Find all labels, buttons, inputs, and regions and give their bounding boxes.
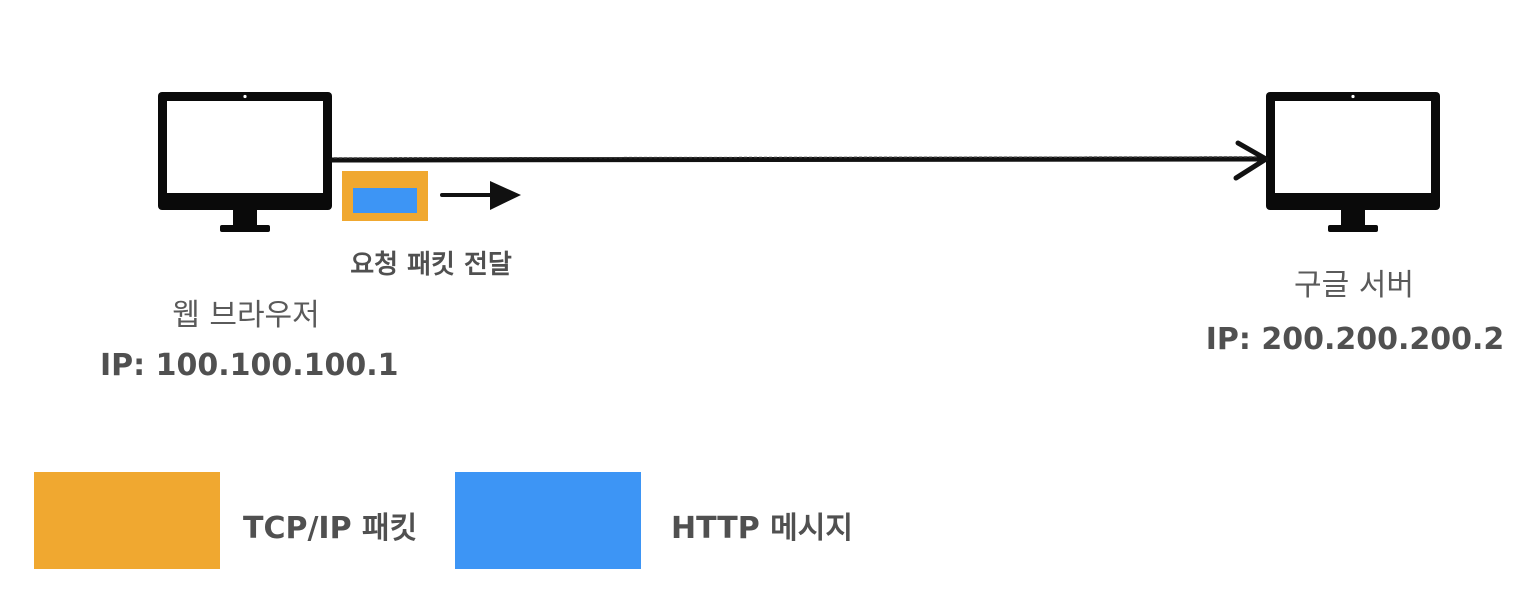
packet-direction-arrow-head (490, 181, 521, 210)
connection-arrow-line (329, 156, 1265, 163)
client-monitor-base (220, 225, 270, 232)
client-monitor-icon (158, 92, 332, 232)
client-name: 웹 브라우저 (172, 298, 320, 333)
server-monitor-base (1328, 225, 1378, 232)
http-message-box (353, 188, 417, 213)
connection-arrow (329, 140, 1269, 181)
client-monitor-neck (233, 208, 257, 226)
request-packet (342, 171, 428, 221)
server-monitor-neck (1341, 208, 1365, 226)
client-ip: IP: 100.100.100.1 (100, 348, 399, 383)
server-monitor-camera (1351, 94, 1355, 99)
server-monitor-screen (1275, 101, 1431, 193)
server-ip: IP: 200.200.200.2 (1205, 322, 1505, 357)
legend-http-swatch (455, 472, 641, 569)
server-monitor-icon (1266, 92, 1440, 232)
packet-direction-arrow (440, 181, 521, 210)
client-monitor-camera (243, 94, 247, 99)
legend-tcp-swatch (34, 472, 220, 569)
client-monitor-screen (167, 101, 323, 193)
legend-tcp-label: TCP/IP 패킷 (243, 511, 418, 546)
packet-caption: 요청 패킷 전달 (350, 250, 512, 280)
server-name: 구글 서버 (1294, 268, 1414, 303)
legend-http-label: HTTP 메시지 (671, 511, 853, 546)
